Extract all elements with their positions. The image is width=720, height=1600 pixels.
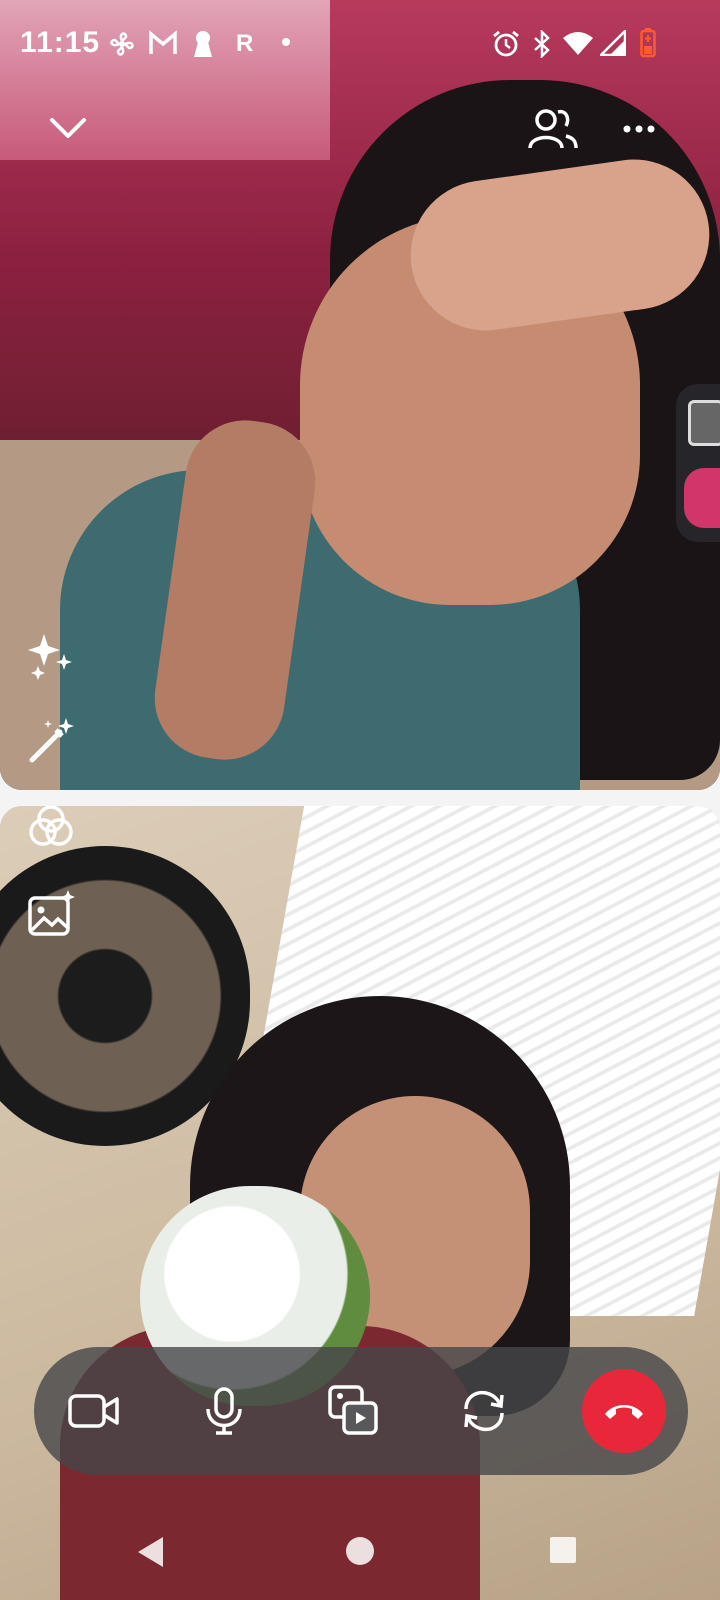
local-video-tile[interactable]	[0, 806, 720, 1600]
call-controls-bar	[34, 1347, 688, 1475]
video-toggle-button[interactable]	[44, 1347, 144, 1475]
gmail-icon	[149, 30, 177, 54]
collapse-call-button[interactable]	[46, 106, 90, 155]
navigation-bar	[0, 1505, 720, 1600]
end-call-button[interactable]	[582, 1369, 666, 1453]
wifi-icon	[563, 32, 593, 55]
pip-checkbox[interactable]	[688, 400, 720, 446]
magic-wand-button[interactable]	[26, 716, 76, 771]
status-bar: 11:15 R	[0, 0, 720, 84]
more-options-icon	[623, 125, 655, 133]
fan-icon	[110, 32, 134, 56]
remote-video-tile[interactable]	[0, 0, 720, 790]
bluetooth-icon	[534, 30, 550, 58]
filters-icon	[29, 806, 73, 846]
background-image-button[interactable]	[26, 890, 76, 945]
switch-camera-icon	[464, 1390, 504, 1432]
end-call-icon	[605, 1405, 643, 1419]
home-icon[interactable]	[344, 1535, 376, 1567]
participants-icon	[528, 109, 578, 149]
keyhole-icon	[194, 31, 212, 57]
media-share-icon	[328, 1385, 378, 1435]
microphone-icon	[206, 1387, 242, 1435]
battery-icon	[640, 28, 656, 58]
more-options-button[interactable]	[620, 114, 660, 149]
effects-button[interactable]	[26, 630, 76, 685]
microphone-toggle-button[interactable]	[174, 1347, 274, 1475]
r-letter: R	[236, 30, 254, 57]
background-image-icon	[28, 890, 75, 936]
status-time: 11:15	[20, 26, 101, 59]
pip-record-button[interactable]	[684, 468, 720, 528]
pip-edge-panel[interactable]	[676, 384, 720, 542]
chevron-down-icon	[50, 118, 86, 138]
switch-camera-button[interactable]	[434, 1347, 534, 1475]
dot-icon	[282, 38, 290, 46]
video-camera-icon	[68, 1394, 119, 1428]
recents-icon[interactable]	[548, 1535, 578, 1565]
magic-wand-icon	[29, 718, 74, 763]
media-share-button[interactable]	[304, 1347, 404, 1475]
filters-button[interactable]	[26, 806, 76, 857]
participants-button[interactable]	[526, 106, 580, 155]
back-icon[interactable]	[136, 1535, 166, 1569]
signal-icon	[600, 30, 626, 56]
alarm-icon	[493, 30, 519, 57]
sparkles-icon	[28, 634, 72, 680]
